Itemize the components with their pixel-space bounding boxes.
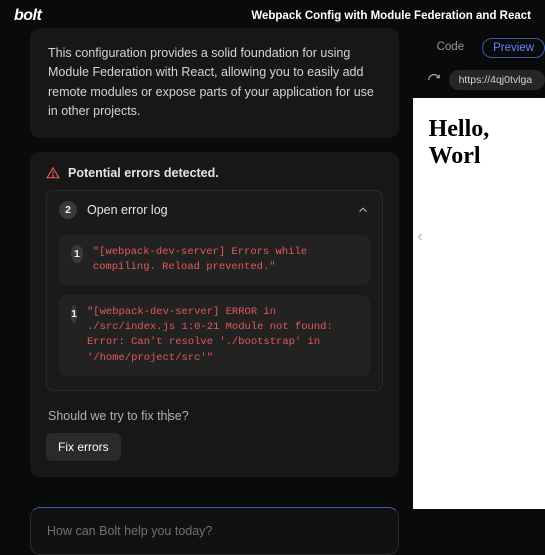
error-log-accordion: 2 Open error log 1 "[webpack-dev-server]… [46,190,383,391]
fix-prompt: Should we try to fix thse? [48,409,383,423]
error-item-count: 1 [71,245,83,263]
collapse-panel-button[interactable] [411,230,429,248]
project-title: Webpack Config with Module Federation an… [251,10,531,22]
tab-preview[interactable]: Preview [482,38,545,58]
preview-column: Code Preview https://4qj0tvlga Hello, Wo… [413,30,545,509]
chevron-up-icon [356,203,370,217]
url-field[interactable]: https://4qj0tvlga [449,70,545,90]
errors-heading: Potential errors detected. [68,166,219,180]
error-item-text: "[webpack-dev-server] ERROR in ./src/ind… [87,305,358,366]
page-heading: Hello, Worl [429,116,529,170]
config-description: This configuration provides a solid foun… [30,28,399,138]
error-item[interactable]: 1 "[webpack-dev-server] ERROR in ./src/i… [59,295,370,376]
error-item-text: "[webpack-dev-server] Errors while compi… [93,245,358,275]
error-item[interactable]: 1 "[webpack-dev-server] Errors while com… [59,235,370,285]
fix-errors-button[interactable]: Fix errors [46,433,121,461]
preview-tabs: Code Preview [413,30,545,66]
chat-column: This configuration provides a solid foun… [0,30,413,509]
error-item-count: 1 [71,305,77,323]
reload-icon[interactable] [427,73,441,87]
error-log-label: Open error log [87,203,168,217]
app-header: bolt Webpack Config with Module Federati… [0,0,545,30]
error-log-body: 1 "[webpack-dev-server] Errors while com… [47,229,382,390]
tab-code[interactable]: Code [427,38,475,58]
error-log-toggle[interactable]: 2 Open error log [47,191,382,229]
errors-panel: Potential errors detected. 2 Open error … [30,152,399,477]
preview-page: Hello, Worl [413,98,545,509]
chat-input[interactable]: How can Bolt help you today? [30,507,399,555]
error-count-badge: 2 [59,201,77,219]
logo: bolt [14,7,41,25]
url-bar: https://4qj0tvlga [413,66,545,98]
warning-icon [46,166,60,180]
